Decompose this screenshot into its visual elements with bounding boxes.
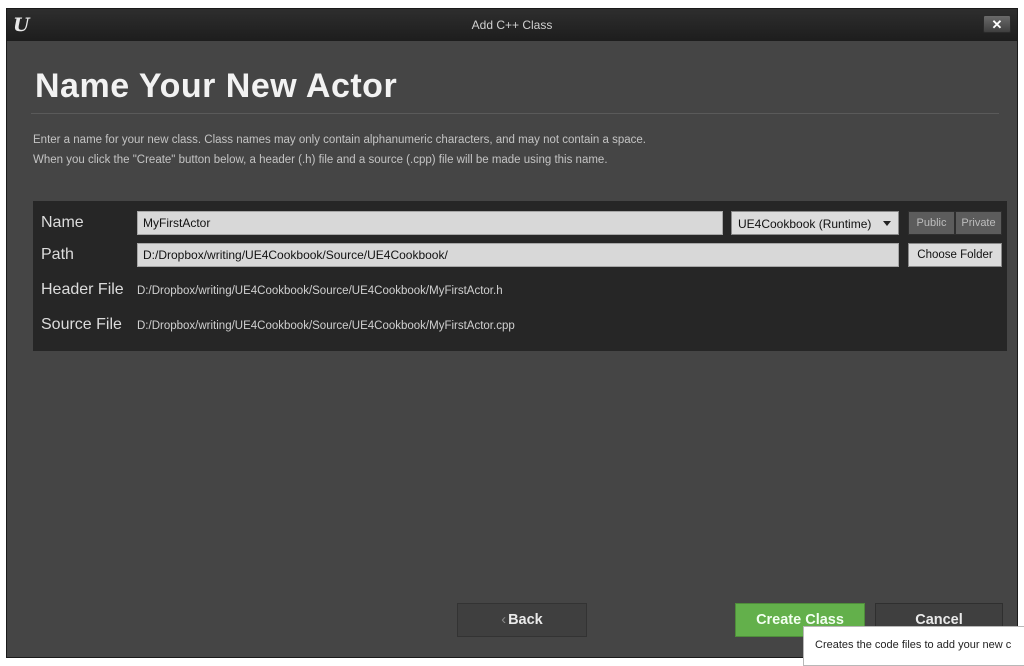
- name-label: Name: [41, 214, 84, 231]
- source-file-path: D:/Dropbox/writing/UE4Cookbook/Source/UE…: [137, 320, 515, 332]
- public-toggle[interactable]: Public: [908, 211, 955, 235]
- description-line-1: Enter a name for your new class. Class n…: [33, 134, 646, 146]
- close-icon: ✕: [991, 17, 1003, 32]
- window-title: Add C++ Class: [471, 18, 553, 32]
- page-title: Name Your New Actor: [35, 67, 398, 105]
- chevron-down-icon: [883, 221, 891, 226]
- choose-folder-button[interactable]: Choose Folder: [908, 243, 1002, 267]
- title-bar[interactable]: U Add C++ Class ✕: [7, 9, 1017, 41]
- add-cpp-class-window: U Add C++ Class ✕ Name Your New Actor En…: [6, 8, 1018, 658]
- close-button[interactable]: ✕: [983, 15, 1011, 33]
- back-button[interactable]: ‹ Back: [457, 603, 587, 637]
- chevron-left-icon: ‹: [501, 612, 507, 628]
- path-input[interactable]: [137, 243, 899, 267]
- class-settings-panel: Name UE4Cookbook (Runtime) Public Privat…: [33, 201, 1007, 351]
- header-file-path: D:/Dropbox/writing/UE4Cookbook/Source/UE…: [137, 285, 503, 297]
- header-file-label: Header File: [41, 281, 124, 298]
- module-dropdown-value: UE4Cookbook (Runtime): [738, 217, 872, 231]
- visibility-toggle: Public Private: [908, 211, 1002, 235]
- class-name-input[interactable]: [137, 211, 723, 235]
- source-file-label: Source File: [41, 316, 122, 333]
- heading-divider: [31, 113, 999, 114]
- back-button-label: Back: [508, 612, 543, 628]
- module-dropdown[interactable]: UE4Cookbook (Runtime): [731, 211, 899, 235]
- create-class-tooltip: Creates the code files to add your new c: [803, 626, 1024, 666]
- private-toggle[interactable]: Private: [955, 211, 1002, 235]
- description-line-2: When you click the "Create" button below…: [33, 154, 608, 166]
- path-label: Path: [41, 246, 74, 263]
